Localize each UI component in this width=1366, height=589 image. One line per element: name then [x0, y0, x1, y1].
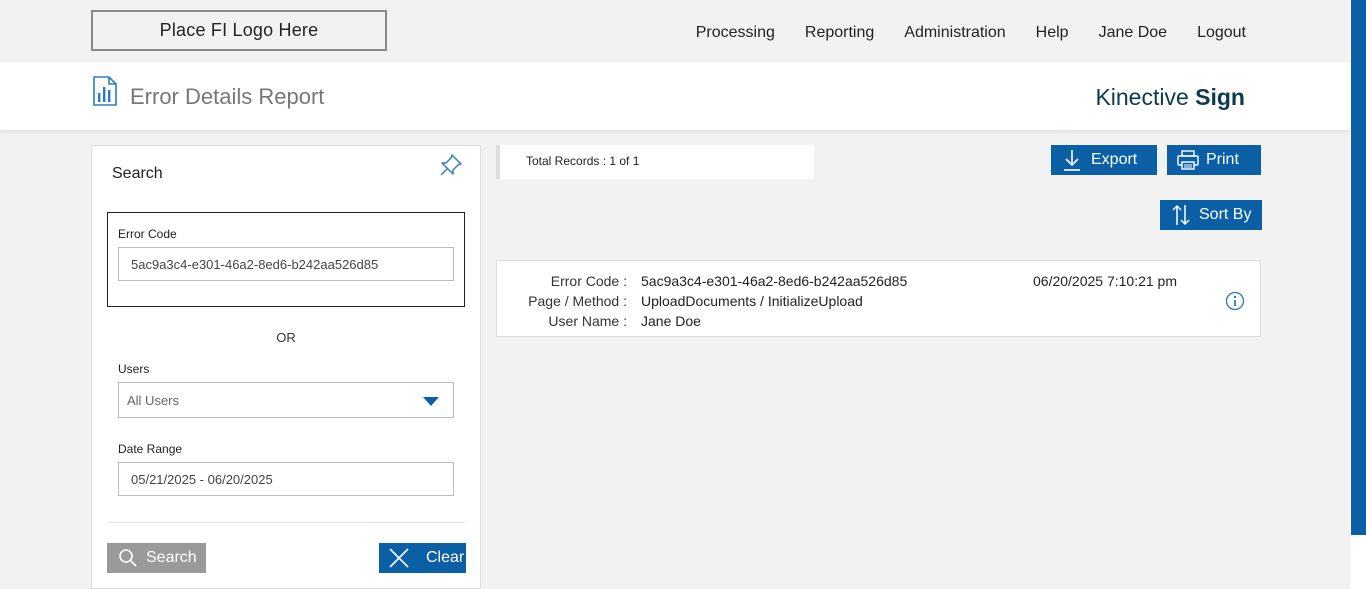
- record-timestamp: 06/20/2025 7:10:21 pm: [1033, 273, 1178, 289]
- main-nav: Processing Reporting Administration Help…: [696, 24, 1246, 42]
- page-title: Error Details Report: [130, 84, 325, 109]
- or-separator: OR: [276, 330, 296, 345]
- sort-by-button[interactable]: Sort By: [1160, 200, 1262, 230]
- nav-processing[interactable]: Processing: [696, 24, 775, 42]
- download-icon: [1064, 150, 1080, 171]
- nav-user-profile[interactable]: Jane Doe: [1099, 24, 1168, 42]
- record-page-method-label: Page / Method :: [528, 293, 627, 309]
- record-page-method-value: UploadDocuments / InitializeUpload: [641, 293, 863, 309]
- print-button[interactable]: Print: [1167, 145, 1261, 175]
- error-code-label: Error Code: [118, 227, 177, 241]
- error-code-input[interactable]: [118, 247, 454, 281]
- record-error-code-value: 5ac9a3c4-e301-46a2-8ed6-b242aa526d85: [641, 273, 908, 289]
- top-nav-bar: Place FI Logo Here Processing Reporting …: [0, 0, 1350, 62]
- report-chart-icon: [93, 76, 117, 106]
- info-icon[interactable]: [1225, 291, 1245, 311]
- search-icon: [119, 549, 137, 567]
- users-dropdown[interactable]: All Users: [118, 382, 454, 418]
- record-user-name-value: Jane Doe: [641, 313, 701, 329]
- sort-by-button-label: Sort By: [1199, 206, 1252, 223]
- chevron-down-icon: [423, 397, 439, 406]
- search-panel-title: Search: [112, 165, 163, 182]
- users-dropdown-value: All Users: [127, 393, 180, 408]
- pin-icon[interactable]: [438, 152, 464, 178]
- record-error-code-label: Error Code :: [550, 273, 627, 289]
- nav-administration[interactable]: Administration: [904, 24, 1005, 42]
- total-records-box: Total Records : 1 of 1: [496, 145, 814, 179]
- vertical-scrollbar-thumb[interactable]: [1351, 0, 1366, 535]
- users-label: Users: [118, 362, 150, 376]
- printer-icon: [1177, 150, 1199, 170]
- error-record-card[interactable]: Error Code : 5ac9a3c4-e301-46a2-8ed6-b24…: [496, 260, 1261, 337]
- error-code-group: Error Code: [107, 212, 465, 307]
- close-icon: [389, 548, 409, 568]
- clear-button[interactable]: Clear: [379, 543, 466, 573]
- export-button-label: Export: [1091, 151, 1138, 168]
- print-button-label: Print: [1206, 151, 1239, 168]
- nav-help[interactable]: Help: [1036, 24, 1069, 42]
- export-button[interactable]: Export: [1051, 145, 1157, 175]
- brand-name-light: Kinective: [1095, 84, 1196, 110]
- nav-logout[interactable]: Logout: [1197, 24, 1246, 42]
- record-user-name-label: User Name :: [548, 313, 627, 329]
- panel-divider: [107, 522, 465, 523]
- brand-logo: Kinective Sign: [1095, 84, 1245, 111]
- search-button[interactable]: Search: [107, 543, 206, 573]
- date-range-input[interactable]: [118, 462, 454, 496]
- sort-arrows-icon: [1172, 204, 1190, 226]
- nav-reporting[interactable]: Reporting: [805, 24, 874, 42]
- clear-button-label: Clear: [426, 549, 465, 566]
- brand-name-bold: Sign: [1195, 84, 1245, 110]
- search-panel: Search Error Code OR Users All Users Dat…: [91, 145, 481, 589]
- total-records-text: Total Records : 1 of 1: [526, 154, 640, 168]
- search-button-label: Search: [146, 549, 197, 566]
- title-band: Error Details Report Kinective Sign: [0, 62, 1350, 130]
- fi-logo-placeholder[interactable]: Place FI Logo Here: [91, 10, 387, 51]
- date-range-label: Date Range: [118, 442, 183, 456]
